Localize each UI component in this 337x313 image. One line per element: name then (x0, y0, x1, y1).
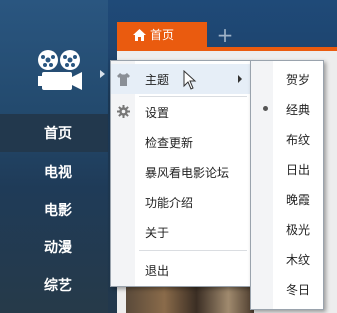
selected-dot-icon (263, 106, 268, 111)
submenu-arrow-icon (238, 75, 242, 83)
theme-item-label: 贺岁 (286, 72, 311, 87)
mouse-cursor-icon (183, 70, 197, 90)
menu-item-label: 主题 (145, 72, 170, 87)
sidebar-item-label: 动漫 (44, 240, 72, 256)
menu-item-check-update[interactable]: 检查更新 (111, 127, 250, 157)
theme-item-hesui[interactable]: 贺岁 (251, 64, 323, 94)
theme-item-label: 木纹 (286, 252, 311, 267)
theme-item-label: 极光 (286, 222, 311, 237)
menu-item-label: 设置 (145, 105, 170, 120)
film-projector-icon[interactable] (34, 46, 86, 98)
add-tab-button[interactable]: + (214, 22, 236, 47)
sidebar-item-label: 电视 (44, 165, 72, 181)
home-icon (133, 28, 146, 41)
menu-item-label: 暴风看电影论坛 (145, 165, 230, 180)
main-menu: 主题 设置 检查更新 暴风看电影论坛 功能介绍 关于 退出 (110, 60, 251, 287)
menu-item-label: 检查更新 (145, 135, 194, 150)
theme-submenu: 贺岁 经典 布纹 日出 晚霞 极光 木纹 冬日 (250, 60, 324, 310)
menu-item-forum[interactable]: 暴风看电影论坛 (111, 157, 250, 187)
theme-item-wood[interactable]: 木纹 (251, 244, 323, 274)
sidebar-item-home[interactable]: 首页 (0, 114, 108, 152)
theme-item-aurora[interactable]: 极光 (251, 214, 323, 244)
theme-item-label: 冬日 (286, 282, 311, 297)
menu-divider (139, 250, 247, 251)
menu-item-features[interactable]: 功能介绍 (111, 187, 250, 217)
tab-home[interactable]: 首页 (117, 22, 207, 47)
theme-item-label: 晚霞 (286, 192, 311, 207)
sidebar-item-anime[interactable]: 动漫 (0, 228, 108, 266)
theme-item-classic[interactable]: 经典 (251, 94, 323, 124)
sidebar-item-tv[interactable]: 电视 (0, 153, 108, 191)
video-thumbnail[interactable] (126, 287, 254, 313)
theme-item-sunrise[interactable]: 日出 (251, 154, 323, 184)
menu-item-label: 退出 (145, 263, 170, 278)
sidebar-item-label: 电影 (44, 203, 72, 219)
shirt-icon (117, 73, 130, 86)
sidebar: 首页 电视 电影 动漫 综艺 (0, 0, 108, 313)
menu-item-settings[interactable]: 设置 (111, 97, 250, 127)
theme-item-cloth[interactable]: 布纹 (251, 124, 323, 154)
theme-item-label: 日出 (286, 162, 311, 177)
menu-item-label: 关于 (145, 225, 170, 240)
menu-item-label: 功能介绍 (145, 195, 194, 210)
theme-item-label: 经典 (286, 102, 311, 117)
menu-item-theme[interactable]: 主题 (111, 64, 250, 94)
gear-icon (117, 105, 130, 118)
expand-arrow-icon[interactable] (100, 70, 105, 78)
theme-item-label: 布纹 (286, 132, 311, 147)
menu-item-exit[interactable]: 退出 (111, 255, 250, 285)
sidebar-item-variety[interactable]: 综艺 (0, 266, 108, 304)
theme-item-winter[interactable]: 冬日 (251, 274, 323, 304)
sidebar-item-movie[interactable]: 电影 (0, 191, 108, 229)
tab-label: 首页 (150, 28, 175, 42)
sidebar-item-label: 综艺 (44, 278, 72, 294)
menu-item-about[interactable]: 关于 (111, 217, 250, 247)
sidebar-item-label: 首页 (44, 126, 72, 142)
theme-item-sunset[interactable]: 晚霞 (251, 184, 323, 214)
